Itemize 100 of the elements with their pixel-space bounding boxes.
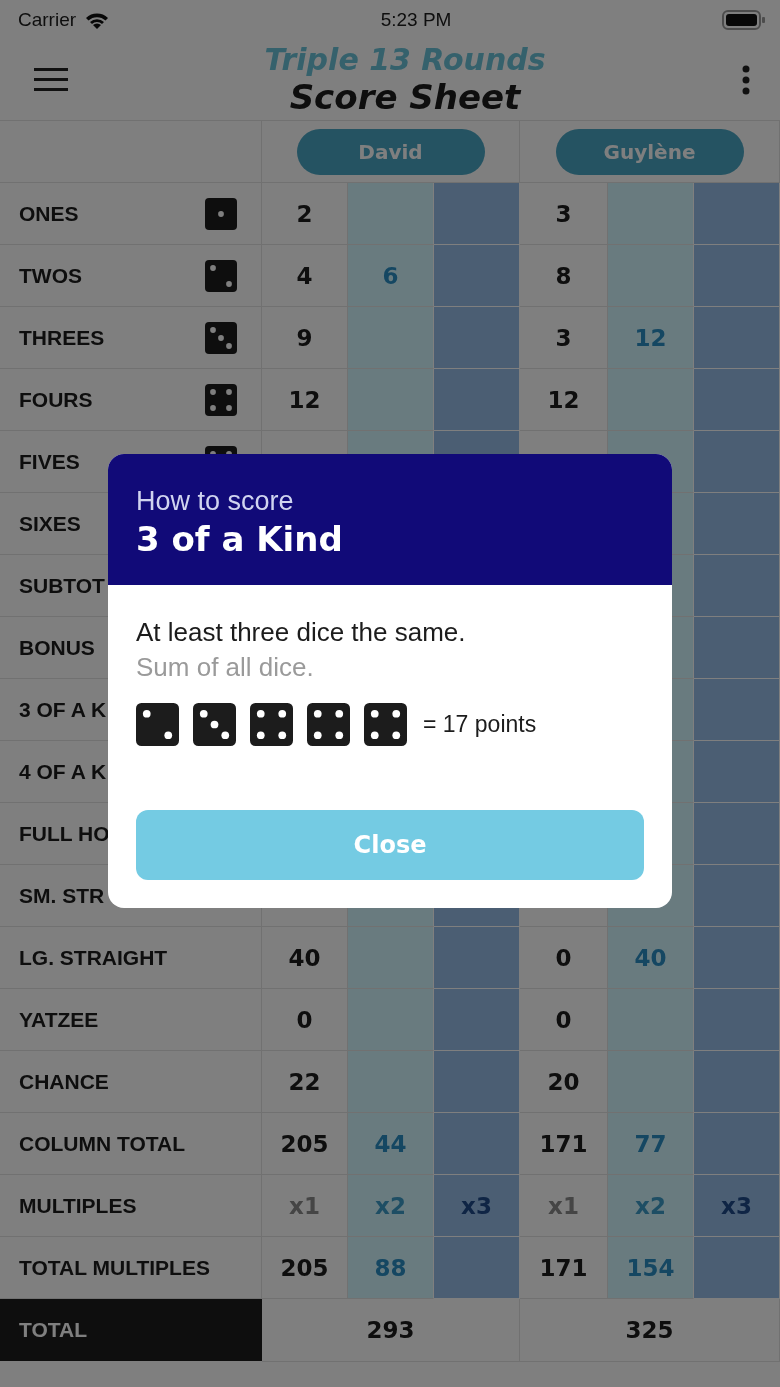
score-cell[interactable]: 40 (262, 927, 348, 989)
row-label: ONES (19, 201, 79, 226)
score-cell[interactable] (434, 927, 520, 989)
score-cell[interactable] (694, 183, 780, 245)
score-cell[interactable] (694, 679, 780, 741)
row-label: 3 OF A K (19, 697, 107, 722)
battery-icon (722, 9, 766, 31)
score-cell[interactable] (694, 989, 780, 1051)
score-cell[interactable] (348, 369, 434, 431)
score-cell[interactable] (348, 307, 434, 369)
score-cell[interactable] (348, 1051, 434, 1113)
die-icon (136, 703, 179, 746)
score-cell[interactable] (694, 369, 780, 431)
row-label: LG. STRAIGHT (19, 945, 168, 970)
die-icon (250, 703, 293, 746)
total-value: 293 (366, 1317, 415, 1343)
score-cell[interactable] (608, 245, 694, 307)
die-icon (193, 703, 236, 746)
row-label: TWOS (19, 263, 82, 288)
menu-icon[interactable] (34, 68, 68, 92)
score-cell[interactable] (694, 1051, 780, 1113)
die-icon (205, 383, 237, 416)
row-label: SM. STR (19, 883, 105, 908)
score-cell[interactable]: 4 (262, 245, 348, 307)
total-label: TOTAL (19, 1318, 88, 1342)
score-cell[interactable] (694, 927, 780, 989)
score-cell[interactable] (434, 183, 520, 245)
points-result: = 17 points (423, 711, 537, 738)
row-label: SIXES (19, 511, 81, 536)
row-label: BONUS (19, 635, 95, 660)
dialog-overline: How to score (136, 486, 295, 517)
score-cell[interactable]: 3 (520, 307, 608, 369)
score-cell[interactable]: 3 (520, 183, 608, 245)
score-cell: x2 (348, 1175, 434, 1237)
app-title: Triple 13 Rounds (264, 43, 546, 77)
score-cell[interactable] (694, 803, 780, 865)
score-cell[interactable] (434, 369, 520, 431)
score-cell[interactable]: 0 (520, 989, 608, 1051)
row-label: YATZEE (19, 1007, 99, 1032)
score-cell[interactable]: 171 (520, 1237, 608, 1299)
score-cell[interactable] (434, 1113, 520, 1175)
page-title: Score Sheet (289, 77, 521, 117)
score-cell[interactable] (434, 245, 520, 307)
score-cell[interactable] (694, 865, 780, 927)
score-cell[interactable] (434, 1051, 520, 1113)
die-icon (205, 259, 237, 292)
row-label: 4 OF A K (19, 759, 107, 784)
more-icon[interactable] (742, 65, 750, 95)
score-cell[interactable]: 9 (262, 307, 348, 369)
score-cell: x1 (520, 1175, 608, 1237)
score-cell[interactable] (608, 183, 694, 245)
row-label: SUBTOT (19, 573, 105, 598)
total-value: 325 (625, 1317, 674, 1343)
score-cell[interactable]: 12 (520, 369, 608, 431)
score-cell: x2 (608, 1175, 694, 1237)
row-label: COLUMN TOTAL (19, 1131, 186, 1156)
row-label: MULTIPLES (19, 1193, 137, 1218)
die-icon (364, 703, 407, 746)
clock: 5:23 PM (380, 9, 452, 31)
score-cell[interactable] (434, 307, 520, 369)
score-cell[interactable] (694, 617, 780, 679)
score-cell[interactable] (694, 493, 780, 555)
die-icon (205, 197, 237, 230)
carrier-label: Carrier (18, 9, 77, 31)
score-cell[interactable]: 12 (262, 369, 348, 431)
score-cell[interactable] (348, 927, 434, 989)
row-label: FOURS (19, 387, 93, 412)
score-cell[interactable] (694, 741, 780, 803)
score-cell[interactable] (608, 989, 694, 1051)
rule-description: At least three dice the same. (136, 617, 467, 648)
score-cell[interactable] (694, 245, 780, 307)
score-cell: x3 (694, 1175, 780, 1237)
dialog-title: 3 of a Kind (136, 519, 344, 559)
score-cell[interactable]: 20 (520, 1051, 608, 1113)
score-cell[interactable] (348, 989, 434, 1051)
score-cell[interactable] (434, 1237, 520, 1299)
row-label: THREES (19, 325, 105, 350)
score-cell: x3 (434, 1175, 520, 1237)
score-cell[interactable]: 22 (262, 1051, 348, 1113)
score-cell[interactable]: 2 (262, 183, 348, 245)
score-cell[interactable] (694, 555, 780, 617)
score-cell[interactable] (434, 989, 520, 1051)
score-cell[interactable] (608, 369, 694, 431)
score-cell[interactable] (694, 307, 780, 369)
score-cell[interactable]: 171 (520, 1113, 608, 1175)
score-cell[interactable]: 0 (262, 989, 348, 1051)
die-icon (205, 321, 237, 354)
score-cell[interactable] (348, 183, 434, 245)
score-cell[interactable] (608, 1051, 694, 1113)
score-cell[interactable] (694, 1113, 780, 1175)
score-cell[interactable] (694, 431, 780, 493)
score-cell[interactable]: 205 (262, 1237, 348, 1299)
score-cell[interactable]: 0 (520, 927, 608, 989)
die-icon (307, 703, 350, 746)
score-cell[interactable]: 8 (520, 245, 608, 307)
rule-note: Sum of all dice. (136, 652, 315, 683)
row-label: TOTAL MULTIPLES (19, 1255, 210, 1280)
score-cell[interactable]: 205 (262, 1113, 348, 1175)
row-label: FIVES (19, 449, 80, 474)
score-cell[interactable] (694, 1237, 780, 1299)
